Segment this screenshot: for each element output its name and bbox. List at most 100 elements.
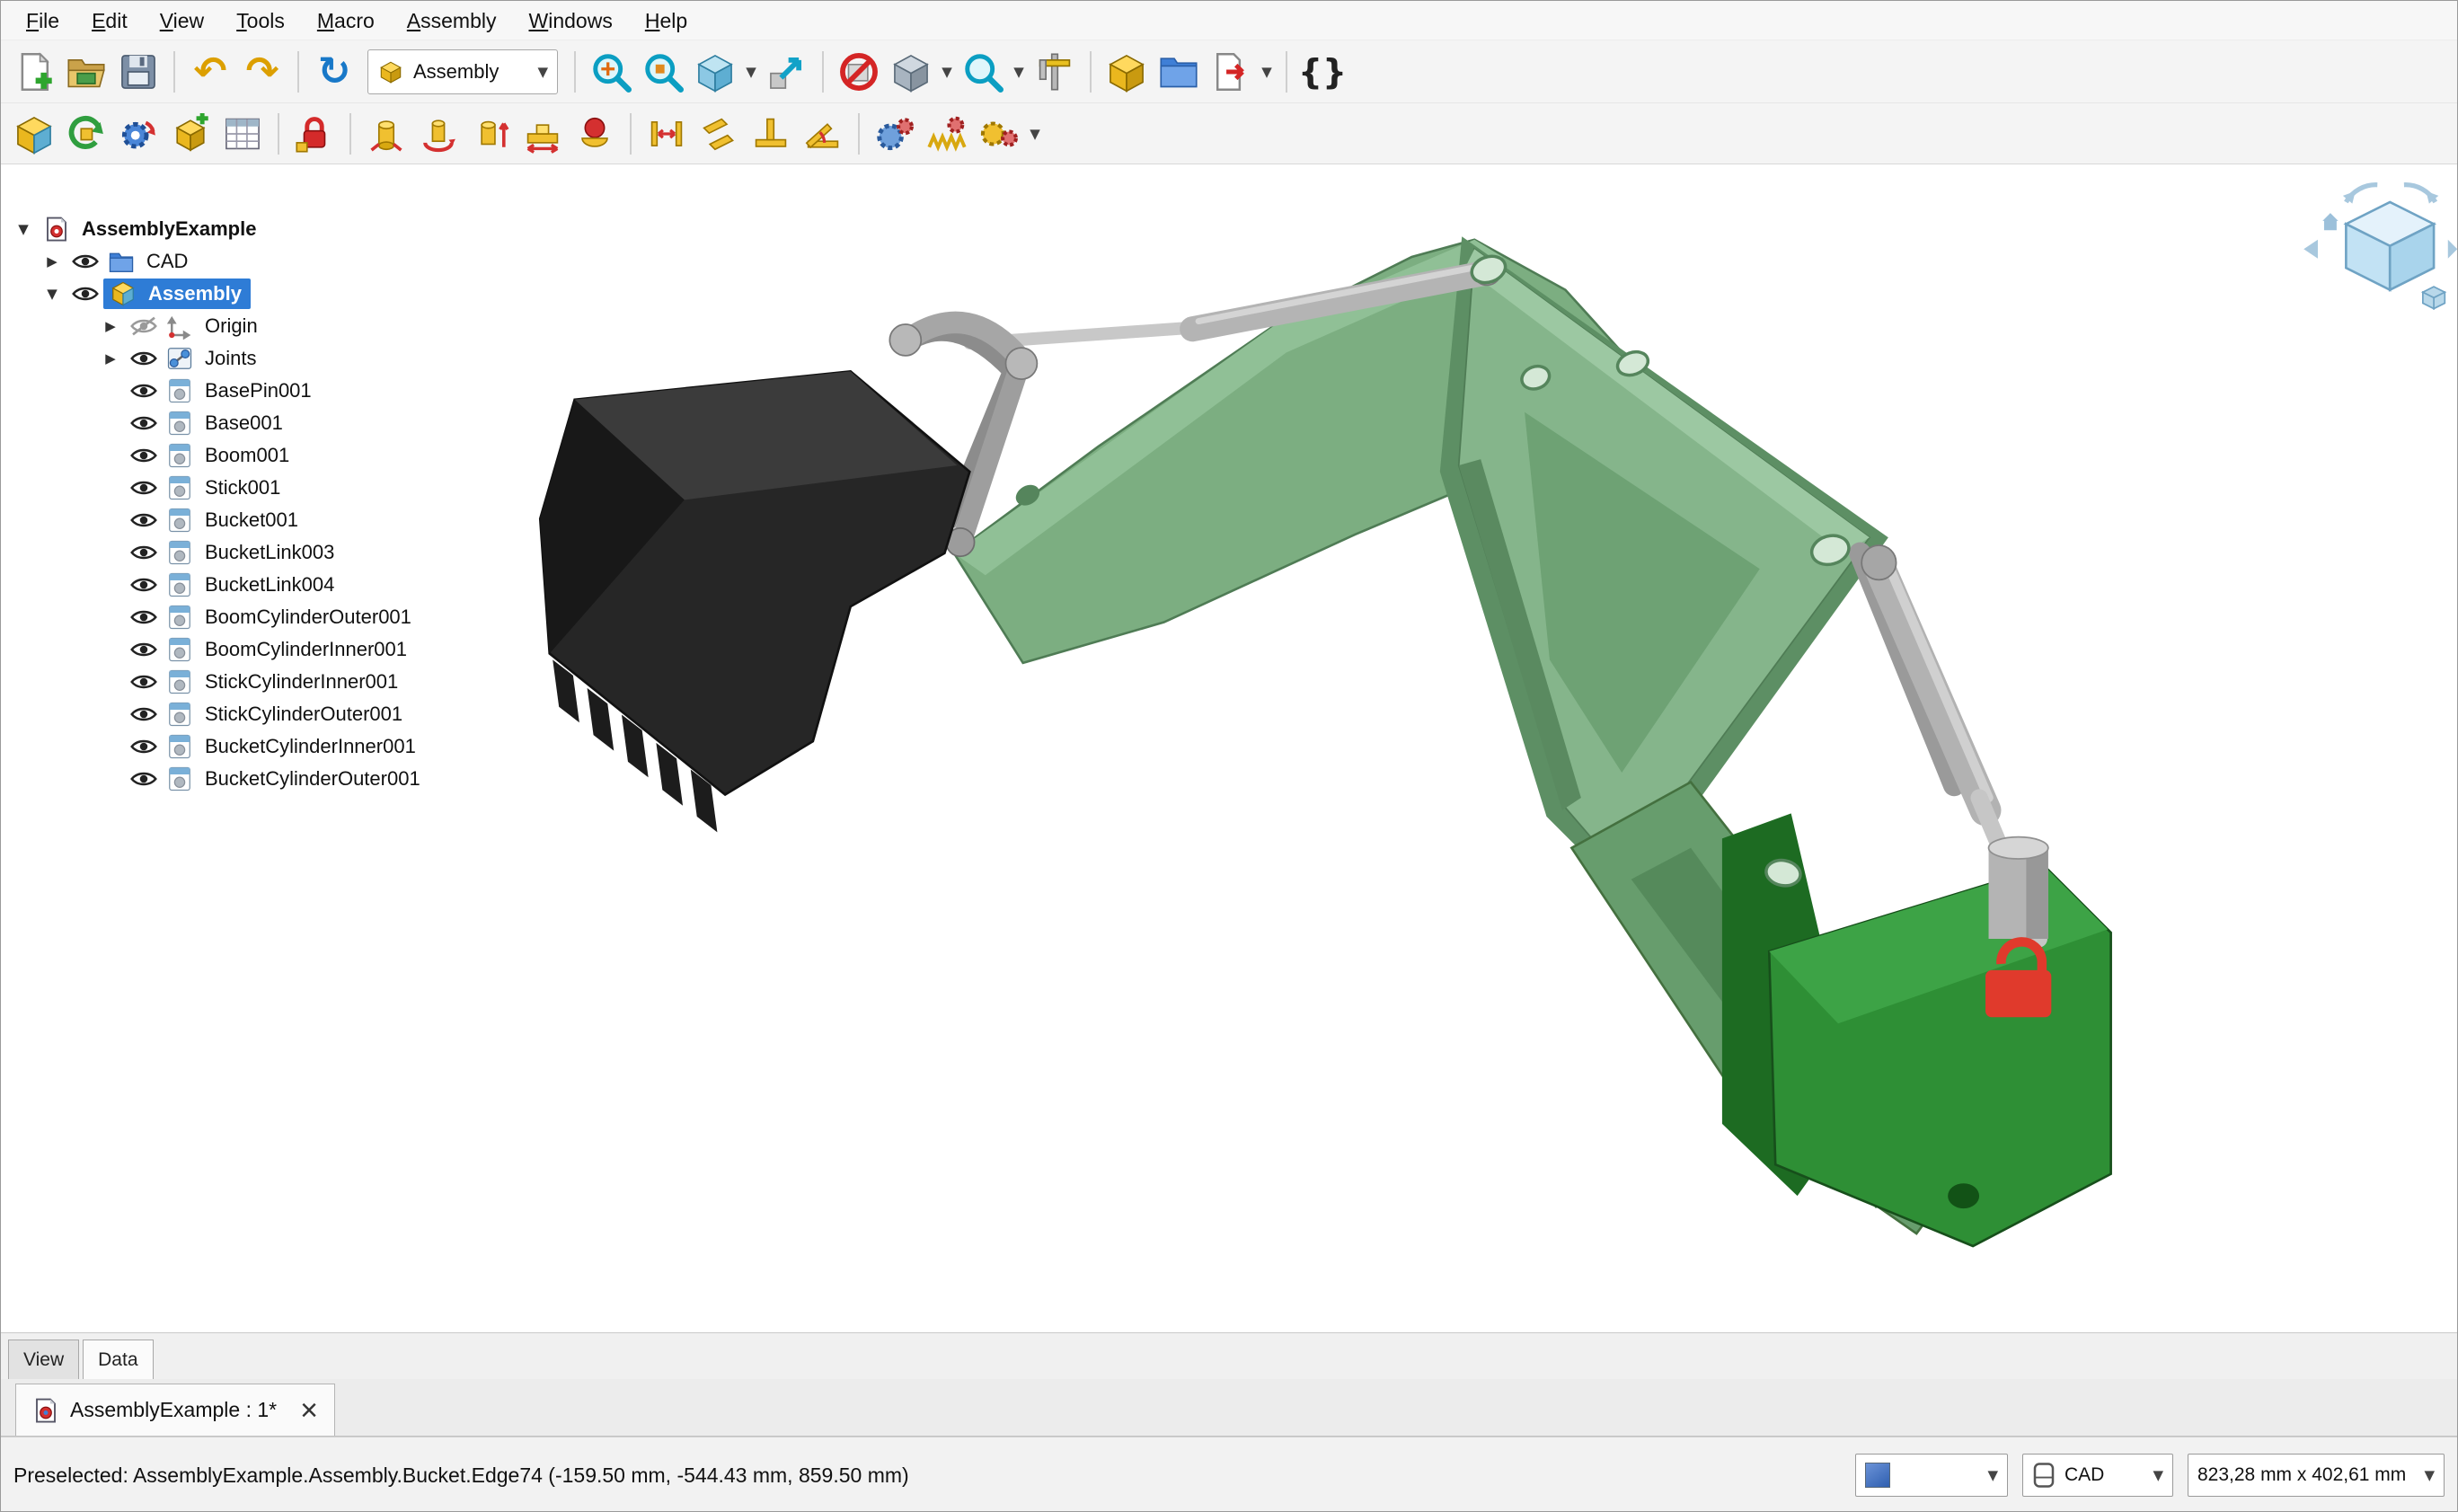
visibility-eye-icon[interactable] — [126, 413, 162, 433]
tree-item-assembly[interactable]: ▼ Assembly — [1, 278, 486, 310]
dimension-select[interactable]: 823,28 mm x 402,61 mm ▼ — [2188, 1454, 2445, 1497]
visibility-eye-icon[interactable] — [126, 510, 162, 530]
base-pin-part[interactable] — [1989, 837, 2048, 939]
save-document-button[interactable] — [112, 46, 164, 98]
tree-item-part[interactable]: Stick001 — [1, 472, 486, 504]
menu-assembly[interactable]: Assembly — [391, 1, 513, 40]
expander-right-icon[interactable]: ▶ — [95, 350, 126, 367]
visibility-eye-icon[interactable] — [126, 478, 162, 498]
cylindrical-joint-button[interactable] — [464, 108, 517, 160]
tree-item-part[interactable]: BucketCylinderOuter001 — [1, 763, 486, 795]
visibility-eye-icon[interactable] — [126, 640, 162, 659]
navigation-style-select[interactable]: CAD ▼ — [2022, 1454, 2173, 1497]
undo-button[interactable]: ↶ — [184, 46, 236, 98]
new-document-button[interactable] — [8, 46, 60, 98]
visibility-eye-off-icon[interactable] — [126, 316, 162, 336]
tree-item-part[interactable]: Boom001 — [1, 439, 486, 472]
menu-help[interactable]: Help — [629, 1, 703, 40]
appearance-button[interactable] — [885, 46, 937, 98]
tree-item-part[interactable]: StickCylinderOuter001 — [1, 698, 486, 730]
background-color-select[interactable]: ▼ — [1855, 1454, 2008, 1497]
refresh-button[interactable]: ↻ — [308, 46, 360, 98]
ball-joint-button[interactable] — [569, 108, 621, 160]
slider-joint-button[interactable] — [517, 108, 569, 160]
isometric-view-button[interactable] — [689, 46, 741, 98]
home-icon[interactable] — [2322, 213, 2338, 230]
gear-joint-button[interactable] — [869, 108, 921, 160]
tab-view[interactable]: View — [8, 1340, 79, 1379]
view-dropdown-arrow[interactable]: ▼ — [741, 46, 761, 98]
tree-item-part[interactable]: BucketLink004 — [1, 569, 486, 601]
create-part-button[interactable] — [1101, 46, 1153, 98]
fit-all-button[interactable] — [585, 46, 637, 98]
menu-macro[interactable]: Macro — [301, 1, 391, 40]
zoom-dropdown-arrow[interactable]: ▼ — [1009, 46, 1029, 98]
tree-item-part[interactable]: StickCylinderInner001 — [1, 666, 486, 698]
visibility-eye-icon[interactable] — [126, 737, 162, 756]
visibility-eye-icon[interactable] — [67, 252, 103, 271]
tree-item-part[interactable]: BucketCylinderInner001 — [1, 730, 486, 763]
visibility-eye-icon[interactable] — [126, 349, 162, 368]
perpendicular-joint-button[interactable] — [745, 108, 797, 160]
expression-button[interactable]: {} — [1296, 46, 1348, 98]
gears-dropdown-arrow[interactable]: ▼ — [1025, 108, 1045, 160]
visibility-eye-icon[interactable] — [126, 381, 162, 401]
expander-down-icon[interactable]: ▼ — [8, 221, 39, 237]
redo-button[interactable]: ↷ — [236, 46, 288, 98]
tree-item-part[interactable]: Bucket001 — [1, 504, 486, 536]
visibility-eye-icon[interactable] — [126, 769, 162, 789]
menu-view[interactable]: View — [144, 1, 220, 40]
document-tab[interactable]: AssemblyExample : 1* × — [15, 1384, 335, 1436]
expander-right-icon[interactable]: ▶ — [37, 253, 67, 270]
tree-item-part[interactable]: BoomCylinderOuter001 — [1, 601, 486, 633]
tree-item-part[interactable]: BucketLink003 — [1, 536, 486, 569]
new-part-button[interactable] — [164, 108, 217, 160]
solve-assembly-button[interactable] — [112, 108, 164, 160]
menu-file[interactable]: File — [10, 1, 75, 40]
menu-tools[interactable]: Tools — [220, 1, 301, 40]
tree-item-origin[interactable]: ▶ Origin — [1, 310, 486, 342]
tab-data[interactable]: Data — [83, 1340, 153, 1379]
close-icon[interactable]: × — [300, 1395, 318, 1426]
rack-pinion-joint-button[interactable] — [921, 108, 973, 160]
create-group-button[interactable] — [1153, 46, 1205, 98]
export-dropdown-arrow[interactable]: ▼ — [1257, 46, 1277, 98]
create-assembly-button[interactable] — [8, 108, 60, 160]
open-document-button[interactable] — [60, 46, 112, 98]
workbench-selector[interactable]: Assembly ▼ — [367, 49, 558, 94]
expander-right-icon[interactable]: ▶ — [95, 318, 126, 334]
visibility-eye-icon[interactable] — [126, 607, 162, 627]
gears-joint-button[interactable] — [973, 108, 1025, 160]
tree-item-part[interactable]: BasePin001 — [1, 375, 486, 407]
tree-item-cad[interactable]: ▶ CAD — [1, 245, 486, 278]
export-button[interactable] — [1205, 46, 1257, 98]
parallel-joint-button[interactable] — [693, 108, 745, 160]
appearance-dropdown-arrow[interactable]: ▼ — [937, 46, 957, 98]
expander-down-icon[interactable]: ▼ — [37, 286, 67, 302]
menu-windows[interactable]: Windows — [513, 1, 629, 40]
visibility-eye-icon[interactable] — [126, 543, 162, 562]
measure-button[interactable] — [1029, 46, 1081, 98]
tree-item-joints[interactable]: ▶ Joints — [1, 342, 486, 375]
tree-item-part[interactable]: BoomCylinderInner001 — [1, 633, 486, 666]
link-navigate-button[interactable] — [761, 46, 813, 98]
tree-item-root[interactable]: ▼ AssemblyExample — [1, 213, 486, 245]
visibility-eye-icon[interactable] — [126, 446, 162, 465]
visibility-eye-icon[interactable] — [126, 672, 162, 692]
bucket-part[interactable] — [540, 371, 969, 832]
distance-joint-button[interactable] — [641, 108, 693, 160]
bill-of-materials-button[interactable] — [217, 108, 269, 160]
visibility-eye-icon[interactable] — [67, 284, 103, 304]
clipping-plane-button[interactable] — [833, 46, 885, 98]
revolute-joint-button[interactable] — [412, 108, 464, 160]
tree-item-part[interactable]: Base001 — [1, 407, 486, 439]
visibility-eye-icon[interactable] — [126, 704, 162, 724]
zoom-button[interactable] — [957, 46, 1009, 98]
angle-joint-button[interactable] — [797, 108, 849, 160]
navigation-cube[interactable] — [2303, 185, 2457, 309]
toggle-grounded-button[interactable] — [288, 108, 340, 160]
menu-edit[interactable]: Edit — [75, 1, 144, 40]
fit-selection-button[interactable] — [637, 46, 689, 98]
insert-component-button[interactable] — [60, 108, 112, 160]
fixed-joint-button[interactable] — [360, 108, 412, 160]
